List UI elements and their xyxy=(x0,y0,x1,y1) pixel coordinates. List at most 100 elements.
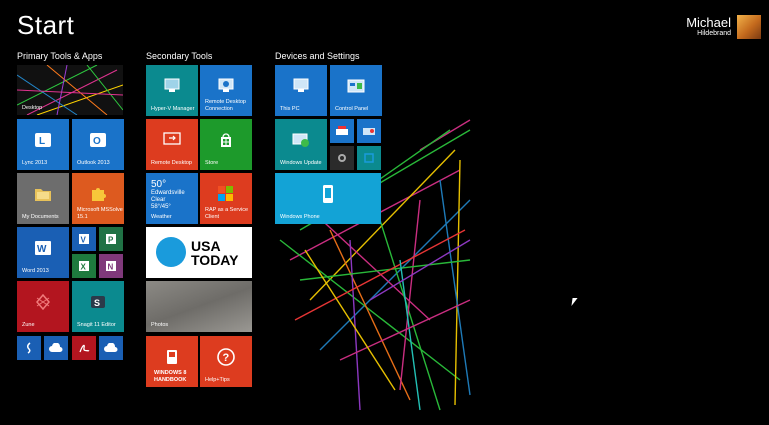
tile-label: Outlook 2013 xyxy=(77,159,110,166)
weather-info: 50° Edwardsville Clear 58°/45° xyxy=(151,179,185,211)
tile-label: Hyper-V Manager xyxy=(151,105,195,112)
tile-windows-phone[interactable]: Windows Phone xyxy=(275,173,381,224)
tile-label: Lync 2013 xyxy=(22,159,48,166)
hyperv-icon xyxy=(163,78,181,94)
tile-snagit[interactable]: S Snagit 11 Editor xyxy=(72,281,124,332)
svg-text:V: V xyxy=(81,236,87,245)
usa-today-dot-icon xyxy=(156,237,186,267)
avatar xyxy=(737,15,761,39)
tile-small-devices-3[interactable] xyxy=(330,146,354,170)
tile-app-small-1[interactable] xyxy=(17,336,41,360)
usa-today-logo: USA TODAY xyxy=(191,239,238,267)
word-icon: W xyxy=(34,240,52,256)
tile-visio[interactable]: V xyxy=(72,227,96,251)
control-panel-icon xyxy=(347,78,365,94)
tile-control-panel[interactable]: Control Panel xyxy=(330,65,382,116)
visio-icon: V xyxy=(79,234,89,245)
tile-lync[interactable]: L Lync 2013 xyxy=(17,119,69,170)
tile-small-devices-1[interactable] xyxy=(330,119,354,143)
computer-icon xyxy=(292,78,310,94)
tile-weather[interactable]: 50° Edwardsville Clear 58°/45° Weather xyxy=(146,173,198,224)
user-first-name: Michael xyxy=(686,15,731,30)
tile-label: Windows Update xyxy=(280,159,322,166)
weather-range: 58°/45° xyxy=(151,204,171,210)
cloud-icon xyxy=(49,343,63,352)
lync-icon: L xyxy=(34,132,52,148)
tile-store[interactable]: Store xyxy=(200,119,252,170)
handbook-icon xyxy=(165,349,179,365)
tile-label: WINDOWS 8 HANDBOOK xyxy=(154,370,187,383)
project-icon: P xyxy=(106,234,116,245)
windows-update-icon xyxy=(292,132,310,148)
tile-project[interactable]: P xyxy=(99,227,123,251)
tile-label: Store xyxy=(205,159,219,166)
microsoft-logo-icon xyxy=(218,186,234,202)
tile-label: Microsoft MSSolve 15.1 xyxy=(77,207,123,220)
folder-icon xyxy=(34,186,52,202)
tile-onedrive-2[interactable] xyxy=(99,336,123,360)
tile-label: Remote Desktop xyxy=(151,159,192,166)
seahorse-icon xyxy=(26,342,31,354)
tile-excel[interactable]: X xyxy=(72,254,96,278)
square-icon xyxy=(364,153,374,163)
tile-label: Help+Tips xyxy=(205,376,230,383)
user-last-name: Hildebrand xyxy=(697,30,731,37)
acrobat-icon xyxy=(79,344,90,353)
tile-label: Desktop xyxy=(22,104,43,111)
tile-remote-desktop[interactable]: Remote Desktop xyxy=(146,119,198,170)
printer-icon xyxy=(336,126,348,135)
onenote-icon: N xyxy=(106,261,116,272)
tile-rap[interactable]: RAP as a Service Client xyxy=(200,173,252,224)
tile-help[interactable]: ? Help+Tips xyxy=(200,336,252,387)
tile-photos[interactable]: Photos xyxy=(146,281,252,332)
tile-this-pc[interactable]: This PC xyxy=(275,65,327,116)
weather-city: Edwardsville xyxy=(151,190,185,196)
usa-today-word-1: USA xyxy=(191,238,221,254)
tile-zune[interactable]: Zune xyxy=(17,281,69,332)
tile-usa-today[interactable]: USA TODAY xyxy=(146,227,252,278)
zune-icon xyxy=(34,294,52,311)
tile-outlook[interactable]: O Outlook 2013 xyxy=(72,119,124,170)
phone-icon xyxy=(321,184,335,204)
svg-text:O: O xyxy=(93,136,101,147)
tile-label: Windows Phone xyxy=(280,213,320,220)
tile-my-documents[interactable]: My Documents xyxy=(17,173,69,224)
tile-label: Remote Desktop Connection xyxy=(205,99,246,112)
cloud-icon xyxy=(104,343,118,352)
device-icon xyxy=(363,128,375,135)
tile-word[interactable]: W Word 2013 xyxy=(17,227,69,278)
weather-temperature: 50° xyxy=(151,179,167,190)
tile-small-devices-2[interactable] xyxy=(357,119,381,143)
tile-label: Word 2013 xyxy=(22,267,49,274)
tile-rdc[interactable]: Remote Desktop Connection xyxy=(200,65,252,116)
weather-condition: Clear xyxy=(151,197,166,203)
usa-today-word-2: TODAY xyxy=(191,252,239,268)
svg-text:P: P xyxy=(108,236,114,245)
svg-text:L: L xyxy=(39,136,45,147)
outlook-icon: O xyxy=(89,132,107,148)
tile-label: This PC xyxy=(280,105,300,112)
tile-handbook[interactable]: WINDOWS 8 HANDBOOK xyxy=(146,336,198,387)
group-title-devices: Devices and Settings xyxy=(275,51,360,61)
tile-mssolve[interactable]: Microsoft MSSolve 15.1 xyxy=(72,173,124,224)
svg-text:?: ? xyxy=(223,352,230,364)
store-icon xyxy=(217,132,235,148)
tile-label: Control Panel xyxy=(335,105,369,112)
remote-desktop-icon xyxy=(162,132,182,148)
puzzle-icon xyxy=(89,186,107,202)
svg-text:S: S xyxy=(94,298,100,308)
tile-onedrive-1[interactable] xyxy=(44,336,68,360)
settings-icon xyxy=(338,154,346,162)
tile-windows-update[interactable]: Windows Update xyxy=(275,119,327,170)
tile-label: My Documents xyxy=(22,213,59,220)
svg-text:X: X xyxy=(81,263,87,272)
excel-icon: X xyxy=(79,261,89,272)
tile-desktop[interactable]: Desktop xyxy=(17,65,123,115)
tile-onenote[interactable]: N xyxy=(99,254,123,278)
tile-label: Snagit 11 Editor xyxy=(77,321,116,328)
tile-label: RAP as a Service Client xyxy=(205,207,249,220)
tile-hyperv[interactable]: Hyper-V Manager xyxy=(146,65,198,116)
tile-small-devices-4[interactable] xyxy=(357,146,381,170)
tile-acrobat[interactable] xyxy=(72,336,96,360)
remote-desktop-connection-icon xyxy=(217,78,235,94)
